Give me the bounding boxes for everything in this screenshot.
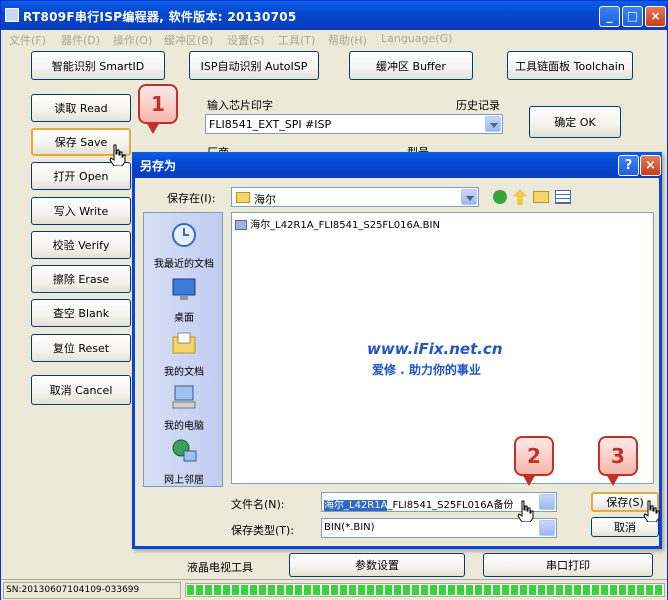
my-documents-icon [172,332,196,354]
desktop-icon [172,278,196,300]
autoisp-button[interactable]: ISP自动识别 AutoISP [189,51,319,80]
callout-2: 2 [514,436,554,486]
watermark-slogan: 爱修 . 助力你的事业 [372,363,481,377]
chip-combo[interactable]: FLI8541_EXT_SPI #ISP [205,114,503,134]
folder-icon [236,192,250,203]
filename-rest: _FLI8541_S25FL016A备份 [387,500,514,511]
app-icon [5,8,19,22]
lcd-tool-label: 液晶电视工具 [187,561,253,574]
progress-fill [187,585,663,595]
reset-button[interactable]: 复位 Reset [31,334,131,362]
cancel-button[interactable]: 取消 Cancel [31,375,131,405]
filetype-label: 保存类型(T): [231,524,295,537]
blank-button[interactable]: 查空 Blank [31,299,131,327]
place-recent[interactable]: 我最近的文档 [144,221,224,270]
help-icon[interactable]: ? [618,155,639,176]
chevron-down-icon[interactable] [539,494,555,510]
filetype-value: BIN(*.BIN) [324,522,375,533]
save-in-combo[interactable]: 海尔 [231,187,479,207]
my-computer-icon [172,385,196,409]
menu-operate[interactable]: 操作(O) [113,32,152,48]
place-desktop[interactable]: 桌面 [144,275,224,324]
confirm-button[interactable]: 确定 OK [529,106,621,138]
chevron-down-icon[interactable] [539,520,555,536]
toolchain-button[interactable]: 工具链面板 Toolchain [507,51,633,80]
verify-button[interactable]: 校验 Verify [31,231,131,259]
place-my-documents[interactable]: 我的文档 [144,329,224,378]
view-menu-icon[interactable] [555,190,571,204]
hand-cursor-icon [643,500,660,522]
hand-cursor-icon [109,144,126,166]
callout-1: 1 [138,84,178,134]
chip-value: FLI8541_EXT_SPI #ISP [209,118,332,131]
chip-label: 输入芯片印字 [207,99,273,112]
filename-selected: 海尔_L42R1A [324,500,388,511]
read-button[interactable]: 读取 Read [31,94,131,122]
file-item[interactable]: 海尔_L42R1A_FLI8541_S25FL016A.BIN [235,216,440,231]
buffer-button[interactable]: 缓冲区 Buffer [349,51,473,80]
serial-number: SN:20130607104109-033699 [3,582,181,599]
save-in-label: 保存在(I): [167,192,216,205]
place-my-computer[interactable]: 我的电脑 [144,383,224,432]
places-bar: 我最近的文档 桌面 我的文档 我的电脑 网上邻居 [143,212,223,487]
dialog-title: 另存为 [140,159,177,173]
smartid-button[interactable]: 智能识别 SmartID [31,51,165,80]
history-label: 历史记录 [456,99,500,112]
back-icon[interactable] [493,190,507,204]
menu-buffer[interactable]: 缓冲区(B) [164,32,213,48]
chevron-down-icon[interactable] [461,189,477,205]
menu-help[interactable]: 帮助(H) [328,32,367,48]
chevron-down-icon[interactable] [485,116,501,132]
hand-cursor-icon [517,500,534,522]
maximize-icon[interactable]: □ [622,6,643,27]
file-name: 海尔_L42R1A_FLI8541_S25FL016A.BIN [250,220,440,231]
main-title: RT809F串行ISP编程器, 软件版本: 20130705 [23,10,297,24]
place-network[interactable]: 网上邻居 [144,437,224,486]
param-button[interactable]: 参数设置 [289,553,465,577]
callout-3: 3 [598,436,638,486]
write-button[interactable]: 写入 Write [31,197,131,225]
erase-button[interactable]: 擦除 Erase [31,265,131,293]
up-folder-icon[interactable] [513,189,527,205]
close-icon[interactable]: × [645,6,666,27]
menu-language[interactable]: Language(G) [381,32,452,45]
file-list[interactable]: 海尔_L42R1A_FLI8541_S25FL016A.BIN www.iFix… [231,212,654,484]
minimize-icon[interactable]: _ [599,6,620,27]
menubar: 文件(F) 器件(D) 操作(O) 缓冲区(B) 设置(S) 工具(T) 帮助(… [1,30,667,48]
dialog-titlebar[interactable]: 另存为 ? × [132,152,662,178]
progress-bar [185,583,665,597]
watermark-url: www.iFix.net.cn [367,340,503,358]
dialog-close-icon[interactable]: × [640,155,661,176]
menu-tools[interactable]: 工具(T) [278,32,315,48]
network-icon [172,439,197,462]
open-button[interactable]: 打开 Open [31,162,131,190]
main-titlebar[interactable]: RT809F串行ISP编程器, 软件版本: 20130705 _ □ × [1,1,667,30]
recent-documents-icon [172,223,196,247]
save-as-dialog: 另存为 ? × 保存在(I): 海尔 我最近的文档 桌面 我的文档 我的电脑 网… [132,152,662,549]
menu-device[interactable]: 器件(D) [61,32,100,48]
statusbar: SN:20130607104109-033699 [1,579,667,600]
new-folder-icon[interactable] [533,191,549,203]
serial-print-button[interactable]: 串口打印 [483,553,653,577]
menu-file[interactable]: 文件(F) [9,32,46,48]
save-in-value: 海尔 [254,193,276,206]
filename-label: 文件名(N): [231,498,285,511]
file-icon [235,220,247,230]
menu-settings[interactable]: 设置(S) [227,32,265,48]
